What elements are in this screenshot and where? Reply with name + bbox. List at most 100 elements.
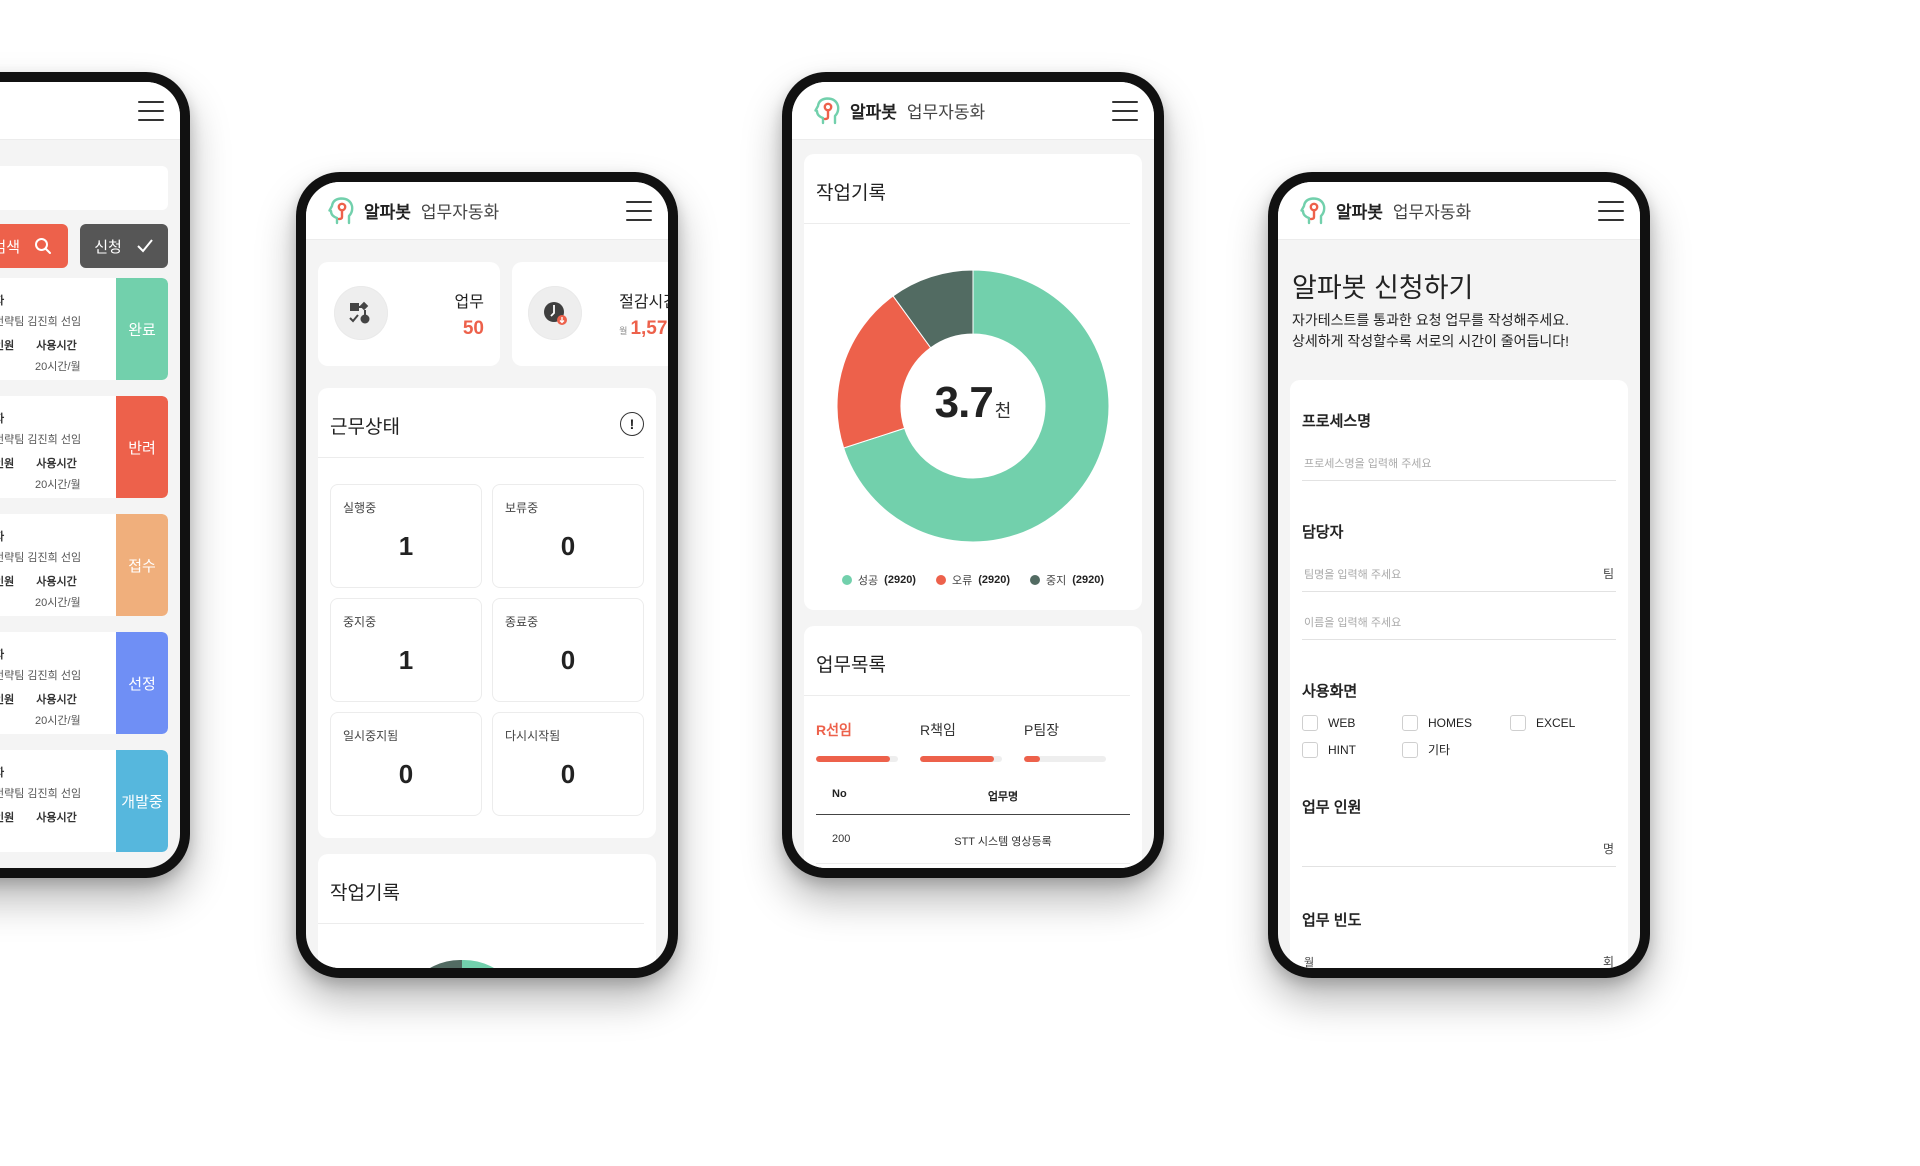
people-label: 인원	[0, 812, 15, 824]
stat-unit: 월	[619, 326, 628, 336]
tab-1[interactable]: R책임	[920, 720, 1002, 762]
status-cell[interactable]: 다시시작됨 0	[492, 712, 644, 816]
checkbox-4[interactable]: 기타	[1402, 741, 1484, 758]
tab-label: R선임	[816, 722, 852, 738]
checkbox-box[interactable]	[1302, 741, 1318, 758]
phone-work-log: 알파봇 업무자동화 작업기록 3.7 천 성공 (2920) 오류 (2920) 중지 (2…	[782, 72, 1164, 878]
task-table: No 업무명 200 STT 시스템 영상등록 203콜현황 일일집계	[816, 788, 1130, 868]
tab-0[interactable]: R선임	[816, 720, 898, 762]
stat-card-tasks[interactable]: 업무 50	[318, 262, 500, 366]
work-log-section: 작업기록 3.7 천 성공 (2920) 오류 (2920) 중지 (2920)	[804, 154, 1142, 610]
name-input[interactable]: 이름을 입력해 주세요	[1302, 604, 1616, 640]
logo[interactable]: 알파봇 업무자동화	[1300, 196, 1471, 226]
status-cell[interactable]: 중지중 1	[330, 598, 482, 702]
tab-progress-bar	[816, 756, 898, 762]
list-item[interactable]: 자전략팀 김진희 선임인원사용시간20시간/월완료	[0, 278, 168, 380]
checkbox-2[interactable]: EXCEL	[1510, 715, 1592, 731]
menu-icon[interactable]	[1598, 200, 1624, 221]
list-item[interactable]: 자전략팀 김진희 선임인원사용시간20시간/월접수	[0, 514, 168, 616]
menu-icon[interactable]	[626, 200, 652, 221]
placeholder: 이름을 입력해 주세요	[1304, 616, 1402, 629]
status-badge: 반려	[116, 396, 168, 498]
list-item[interactable]: 자전략팀 김진희 선임인원사용시간개발중	[0, 750, 168, 852]
section-title: 작업기록	[318, 854, 644, 924]
checkbox-box[interactable]	[1402, 715, 1418, 731]
stat-value: 월1,570	[619, 318, 668, 340]
search-button-label: 검색	[0, 238, 20, 256]
apply-button-label: 신청	[94, 238, 122, 256]
placeholder: 팀명을 입력해 주세요	[1304, 568, 1402, 581]
status-count: 0	[560, 645, 576, 675]
brand-name: 알파봇	[364, 203, 411, 222]
checkbox-0[interactable]: WEB	[1302, 715, 1384, 731]
description-line: 상세하게 작성할수록 서로의 시간이 줄어듭니다!	[1292, 333, 1570, 349]
checkbox-box[interactable]	[1302, 715, 1318, 731]
check-icon	[137, 239, 153, 253]
process-name-input[interactable]: 프로세스명을 입력해 주세요	[1302, 445, 1616, 481]
legend-label: 오류	[951, 575, 973, 587]
stat-number: 50	[462, 318, 484, 339]
task-list-section: 업무목록 R선임 R책임 P팀장 No 업무명 200 STT 시스템 영상등록 203…	[804, 626, 1142, 868]
tab-label: P팀장	[1024, 722, 1060, 738]
list-item[interactable]: 자전략팀 김진희 선임인원사용시간20시간/월선정	[0, 632, 168, 734]
status-label: 종료중	[505, 615, 539, 629]
time-label: 사용시간	[36, 458, 77, 470]
apply-form: 프로세스명 프로세스명을 입력해 주세요 담당자 팀명을 입력해 주세요 팀 이름…	[1290, 380, 1628, 968]
search-button[interactable]: 검색	[0, 224, 68, 268]
legend-dot	[935, 575, 946, 585]
legend-item: 오류 (2920)	[935, 572, 1010, 588]
placeholder: 프로세스명을 입력해 주세요	[1304, 457, 1432, 470]
menu-icon[interactable]	[1112, 100, 1138, 121]
tab-2[interactable]: P팀장	[1024, 720, 1106, 762]
legend-value: (2920)	[884, 574, 916, 586]
tab-progress-fill	[816, 756, 890, 762]
list-item[interactable]: 자전략팀 김진희 선임인원사용시간20시간/월반려	[0, 396, 168, 498]
frequency-input[interactable]: 월회	[1302, 944, 1616, 968]
screen: 알파봇 업무자동화 작업기록 3.7 천 성공 (2920) 오류 (2920) 중지 (2…	[792, 82, 1154, 868]
description-line: 자가테스트를 통과한 요청 업무를 작성해주세요.	[1292, 312, 1570, 328]
status-count: 0	[560, 531, 576, 561]
logo[interactable]: 알파봇 업무자동화	[814, 96, 985, 126]
menu-icon[interactable]	[138, 100, 164, 121]
people-label: 인원	[0, 576, 15, 588]
work-log-section: 작업기록	[318, 854, 656, 968]
tab-progress-fill	[1024, 756, 1041, 762]
table-row[interactable]: 200 STT 시스템 영상등록	[816, 815, 1130, 864]
status-cell[interactable]: 종료중 0	[492, 598, 644, 702]
checkbox-3[interactable]: HINT	[1302, 741, 1384, 758]
logo[interactable]: 알파봇 업무자동화	[328, 196, 499, 226]
legend-label: 중지	[1046, 575, 1067, 587]
brand-name: 알파봇	[850, 103, 897, 122]
head-pin-icon	[814, 96, 840, 124]
brand-name: 알파봇	[1336, 203, 1383, 222]
checkbox-label: WEB	[1328, 716, 1356, 730]
workflow-icon	[334, 286, 388, 340]
checkbox-box[interactable]	[1510, 715, 1526, 731]
table-header: No 업무명	[816, 788, 1130, 815]
status-label: 일시중지됨	[343, 729, 399, 743]
apply-button[interactable]: 신청	[80, 224, 168, 268]
status-cell[interactable]: 일시중지됨 0	[330, 712, 482, 816]
screen: 검색 신청 자전략팀 김진희 선임인원사용시간20시간/월완료자전략팀 김진희 …	[0, 82, 180, 868]
people-input[interactable]: 명	[1302, 831, 1616, 867]
section-title: 업무목록	[804, 626, 1130, 696]
checkbox-1[interactable]: HOMES	[1402, 715, 1492, 731]
people-label: 인원	[0, 340, 15, 352]
status-cell[interactable]: 실행중 1	[330, 484, 482, 588]
status-label: 실행중	[343, 501, 377, 515]
search-input[interactable]	[0, 166, 168, 210]
stat-card-saved-time[interactable]: 절감시간 월1,570	[512, 262, 668, 366]
checkbox-box[interactable]	[1402, 741, 1418, 758]
head-pin-icon	[1300, 196, 1326, 224]
brand-subtitle: 업무자동화	[906, 103, 986, 122]
frequency-label: 업무 빈도	[1302, 912, 1362, 929]
status-label: 보류중	[505, 501, 539, 515]
checkbox-label: HOMES	[1428, 716, 1473, 730]
tab-label: R책임	[920, 722, 956, 738]
donut-chart-peek	[430, 959, 494, 968]
search-icon	[35, 238, 51, 254]
table-row[interactable]: 203콜현황 일일집계	[816, 864, 1130, 868]
status-cell[interactable]: 보류중 0	[492, 484, 644, 588]
info-icon[interactable]: !	[620, 412, 644, 436]
team-input[interactable]: 팀명을 입력해 주세요 팀	[1302, 556, 1616, 592]
